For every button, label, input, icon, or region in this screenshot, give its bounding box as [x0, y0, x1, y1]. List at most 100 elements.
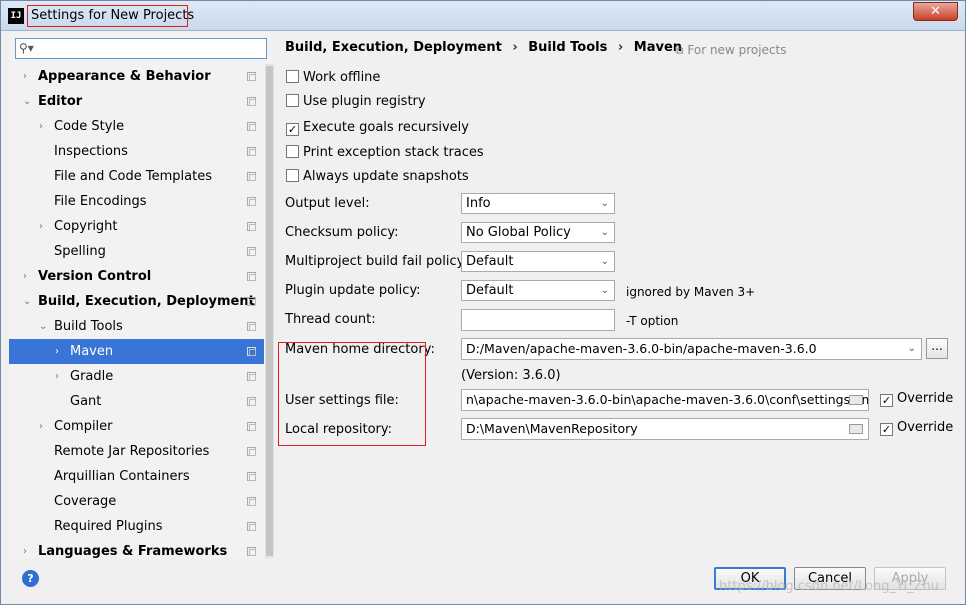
sidebar-item-label: Compiler: [54, 419, 113, 434]
window-title: Settings for New Projects: [31, 8, 195, 23]
checkbox-box[interactable]: [286, 145, 299, 158]
scope-note: ⧉ For new projects: [675, 43, 786, 58]
chevron-right-icon[interactable]: ›: [39, 114, 43, 139]
sidebar-item-label: Arquillian Containers: [54, 469, 190, 484]
sidebar-item-build-execution-deployment[interactable]: ⌄ Build, Execution, Deployment: [9, 289, 264, 314]
sidebar-item-label: Inspections: [54, 144, 128, 159]
project-scope-icon: [247, 397, 256, 406]
sidebar-item-label: Build Tools: [54, 319, 123, 334]
sidebar-item-code-style[interactable]: › Code Style: [9, 114, 264, 139]
sidebar-item-appearance-behavior[interactable]: › Appearance & Behavior: [9, 64, 264, 89]
checkbox-label: Override: [897, 391, 954, 406]
sidebar-item-label: File Encodings: [54, 194, 147, 209]
sidebar-item-gant[interactable]: Gant: [9, 389, 264, 414]
sidebar-item-editor[interactable]: ⌄ Editor: [9, 89, 264, 114]
checkbox-box[interactable]: [286, 94, 299, 107]
chevron-right-icon[interactable]: ›: [39, 214, 43, 239]
print-exception-checkbox[interactable]: Print exception stack traces: [286, 145, 484, 163]
thread-count-label: Thread count:: [285, 312, 376, 327]
title-bar[interactable]: IJ Settings for New Projects ✕: [1, 1, 965, 31]
breadcrumb-separator: ›: [512, 40, 518, 55]
sidebar-item-required-plugins[interactable]: Required Plugins: [9, 514, 264, 539]
output-level-label: Output level:: [285, 196, 370, 211]
thread-count-input[interactable]: [461, 309, 615, 331]
sidebar-item-spelling[interactable]: Spelling: [9, 239, 264, 264]
scope-note-text: For new projects: [687, 43, 787, 57]
output-level-select[interactable]: Info ⌄: [461, 193, 615, 214]
checkbox-box[interactable]: [286, 70, 299, 83]
maven-settings-panel: Build, Execution, Deployment › Build Too…: [275, 32, 965, 558]
sidebar-item-label: Build, Execution, Deployment: [38, 294, 255, 309]
checkbox-box[interactable]: [286, 169, 299, 182]
input-value: D:/Maven/apache-maven-3.6.0-bin/apache-m…: [466, 341, 817, 356]
folder-icon[interactable]: [849, 424, 863, 434]
settings-tree: › Appearance & Behavior ⌄ Editor › Code Style…: [9, 64, 264, 564]
close-button[interactable]: ✕: [913, 2, 958, 21]
user-settings-override-checkbox[interactable]: ✓ Override: [880, 391, 953, 409]
breadcrumb-item: Build, Execution, Deployment: [285, 40, 502, 55]
breadcrumb-separator: ›: [617, 40, 624, 55]
browse-maven-home-button[interactable]: ...: [926, 338, 948, 359]
sidebar-item-label: Version Control: [38, 269, 152, 284]
highlight-box: [278, 342, 426, 446]
breadcrumb-item: Build Tools: [528, 40, 608, 55]
chevron-right-icon[interactable]: ›: [23, 64, 27, 89]
breadcrumb: Build, Execution, Deployment › Build Too…: [285, 40, 688, 55]
help-icon[interactable]: ?: [22, 570, 39, 587]
execute-goals-recursively-checkbox[interactable]: ✓ Execute goals recursively: [286, 120, 469, 138]
sidebar-item-label: Code Style: [54, 119, 125, 134]
chevron-right-icon[interactable]: ›: [23, 264, 27, 289]
checksum-policy-select[interactable]: No Global Policy ⌄: [461, 222, 615, 243]
sidebar-item-version-control[interactable]: › Version Control: [9, 264, 264, 289]
input-value: D:\Maven\MavenRepository: [466, 421, 638, 436]
sidebar-item-label: Required Plugins: [54, 519, 163, 534]
sidebar-item-arquillian-containers[interactable]: Arquillian Containers: [9, 464, 264, 489]
plugin-update-policy-select[interactable]: Default ⌄: [461, 280, 615, 301]
chevron-right-icon[interactable]: ›: [55, 339, 59, 364]
sidebar-item-remote-jar-repositories[interactable]: Remote Jar Repositories: [9, 439, 264, 464]
checkbox-label: Use plugin registry: [303, 94, 426, 109]
chevron-right-icon[interactable]: ›: [39, 414, 43, 439]
sidebar-item-file-and-code-templates[interactable]: File and Code Templates: [9, 164, 264, 189]
sidebar-item-copyright[interactable]: › Copyright: [9, 214, 264, 239]
local-repo-override-checkbox[interactable]: ✓ Override: [880, 420, 953, 438]
search-icon: ⚲▾: [19, 41, 34, 55]
checkbox-label: Print exception stack traces: [303, 145, 484, 160]
checkbox-label: Always update snapshots: [303, 169, 469, 184]
sidebar-item-label: Copyright: [54, 219, 118, 234]
sidebar-item-gradle[interactable]: › Gradle: [9, 364, 264, 389]
settings-sidebar: ⚲▾ › Appearance & Behavior ⌄ Editor › Code St…: [9, 32, 274, 559]
plugin-update-note: ignored by Maven 3+: [626, 285, 756, 299]
search-input[interactable]: ⚲▾: [15, 38, 267, 59]
work-offline-checkbox[interactable]: Work offline: [286, 70, 380, 88]
sidebar-item-coverage[interactable]: Coverage: [9, 489, 264, 514]
use-plugin-registry-checkbox[interactable]: Use plugin registry: [286, 94, 426, 112]
sidebar-item-inspections[interactable]: Inspections: [9, 139, 264, 164]
always-update-snapshots-checkbox[interactable]: Always update snapshots: [286, 169, 469, 187]
sidebar-item-file-encodings[interactable]: File Encodings: [9, 189, 264, 214]
folder-icon[interactable]: [849, 395, 863, 405]
checkmark-icon[interactable]: ✓: [286, 123, 299, 136]
project-scope-icon: [247, 97, 256, 106]
project-scope-icon: [247, 472, 256, 481]
chevron-right-icon[interactable]: ›: [55, 364, 59, 389]
checkmark-icon[interactable]: ✓: [880, 394, 893, 407]
scrollbar-thumb[interactable]: [266, 66, 273, 556]
sidebar-item-compiler[interactable]: › Compiler: [9, 414, 264, 439]
select-value: No Global Policy: [466, 225, 571, 240]
chevron-down-icon[interactable]: ⌄: [23, 289, 31, 314]
multiproject-fail-policy-select[interactable]: Default ⌄: [461, 251, 615, 272]
sidebar-scrollbar[interactable]: [265, 64, 274, 558]
project-scope-icon: [247, 547, 256, 556]
user-settings-input[interactable]: n\apache-maven-3.6.0-bin\apache-maven-3.…: [461, 389, 869, 411]
chevron-down-icon[interactable]: ⌄: [23, 89, 31, 114]
sidebar-item-build-tools[interactable]: ⌄ Build Tools: [9, 314, 264, 339]
plugin-update-policy-label: Plugin update policy:: [285, 283, 421, 298]
checkmark-icon[interactable]: ✓: [880, 423, 893, 436]
maven-home-input[interactable]: D:/Maven/apache-maven-3.6.0-bin/apache-m…: [461, 338, 922, 360]
project-scope-icon: [247, 422, 256, 431]
local-repo-input[interactable]: D:\Maven\MavenRepository: [461, 418, 869, 440]
sidebar-item-label: Gradle: [70, 369, 114, 384]
sidebar-item-maven[interactable]: › Maven: [9, 339, 264, 364]
chevron-down-icon[interactable]: ⌄: [39, 314, 47, 339]
